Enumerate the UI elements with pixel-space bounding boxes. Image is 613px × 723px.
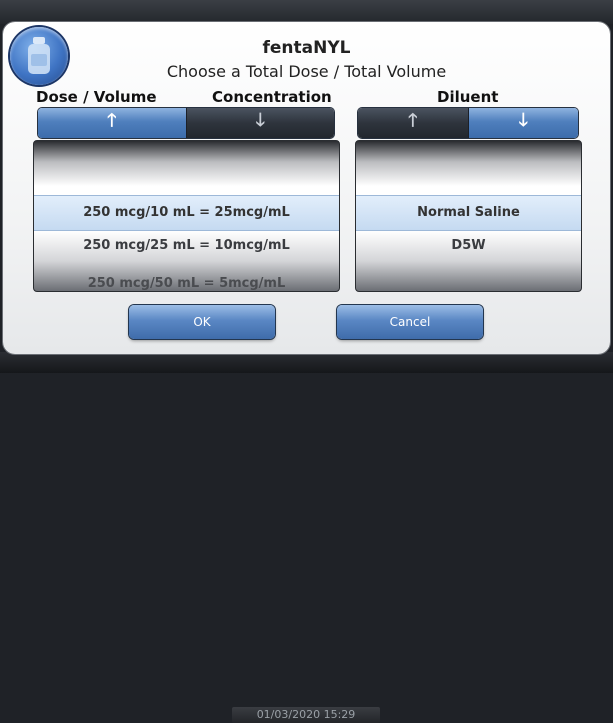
arrow-up-icon: 🡑 xyxy=(107,110,117,131)
diluent-list[interactable]: Normal Saline D5W xyxy=(355,140,582,292)
dose-volume-list[interactable]: 250 mcg/10 mL = 25mcg/mL 250 mcg/25 mL =… xyxy=(33,140,340,292)
list-item-selected[interactable]: Normal Saline xyxy=(356,195,581,231)
dialog-title: fentaNYL xyxy=(262,38,351,58)
list-item-selected[interactable]: 250 mcg/10 mL = 25mcg/mL xyxy=(34,195,339,231)
diluent-scroll-down-button[interactable]: 🡓 xyxy=(468,108,578,138)
dose-scroll-controls: 🡑 🡓 xyxy=(38,108,334,138)
timestamp: 01/03/2020 15:29 xyxy=(232,707,380,723)
ok-button[interactable]: OK xyxy=(129,305,275,339)
background-status-bar: 01/03/2020 15:29 xyxy=(0,352,613,723)
diluent-scroll-up-button[interactable]: 🡑 xyxy=(358,108,468,138)
dose-volume-label: Dose / Volume xyxy=(36,88,157,106)
cancel-button[interactable]: Cancel xyxy=(337,305,483,339)
dose-scroll-up-button[interactable]: 🡑 xyxy=(38,108,186,138)
dialog-subtitle: Choose a Total Dose / Total Volume xyxy=(166,62,447,81)
arrow-down-icon: 🡓 xyxy=(255,110,265,131)
diluent-label: Diluent xyxy=(437,88,499,106)
background-header xyxy=(0,0,613,24)
concentration-label: Concentration xyxy=(212,88,332,106)
list-item[interactable]: 250 mcg/25 mL = 10mcg/mL xyxy=(34,229,339,263)
list-item[interactable]: 250 mcg/50 mL = 5mcg/mL xyxy=(34,267,339,291)
diluent-scroll-controls: 🡑 🡓 xyxy=(358,108,578,138)
dose-scroll-down-button[interactable]: 🡓 xyxy=(186,108,334,138)
arrow-up-icon: 🡑 xyxy=(408,110,418,131)
arrow-down-icon: 🡓 xyxy=(518,110,528,131)
list-item[interactable]: D5W xyxy=(356,229,581,263)
